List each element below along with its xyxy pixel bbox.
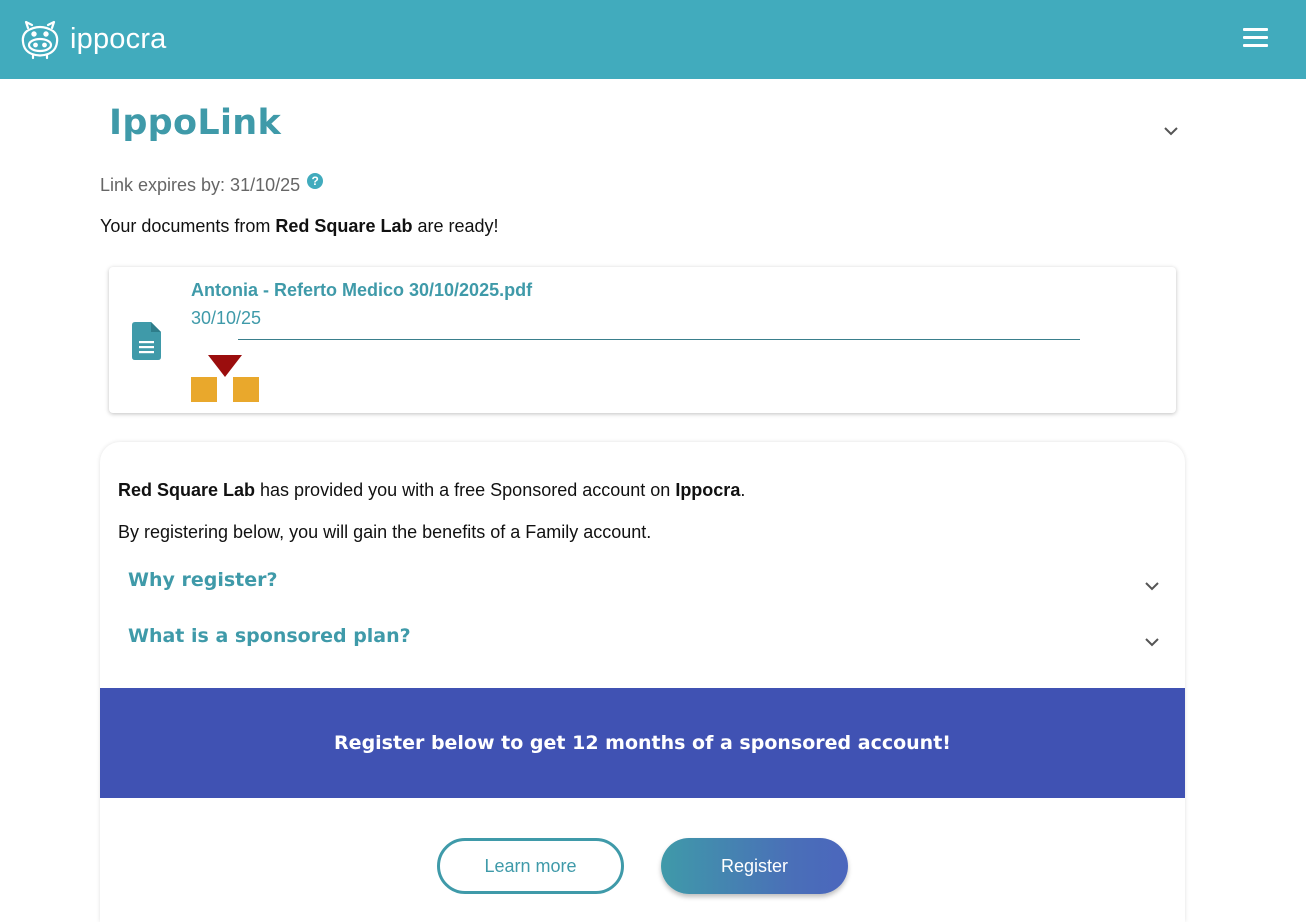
faq-why-register[interactable]: Why register? (128, 569, 278, 591)
divider (238, 339, 1080, 340)
lab-name: Red Square Lab (275, 216, 413, 236)
sponsor-banner: Register below to get 12 months of a spo… (100, 688, 1185, 798)
chevron-down-icon[interactable] (1162, 122, 1180, 140)
sponsored-account-card: Red Square Lab has provided you with a f… (100, 442, 1185, 922)
page-title: IppoLink (109, 103, 282, 143)
app-name: ippocra (70, 23, 167, 55)
document-file-icon (132, 322, 161, 360)
hamburger-menu-icon[interactable] (1243, 28, 1271, 50)
documents-ready-message: Your documents from Red Square Lab are r… (100, 216, 499, 236)
document-card[interactable]: Antonia - Referto Medico 30/10/2025.pdf … (109, 267, 1176, 413)
hippo-logo-icon (21, 20, 59, 60)
lab-logo (191, 355, 259, 402)
top-app-bar: ippocra (0, 0, 1306, 79)
chevron-down-icon[interactable] (1143, 633, 1161, 651)
sponsor-benefit-text: By registering below, you will gain the … (118, 522, 652, 542)
register-button[interactable]: Register (661, 838, 848, 894)
banner-text: Register below to get 12 months of a spo… (334, 732, 951, 754)
link-expiry-label: Link expires by: 31/10/25 (100, 175, 301, 195)
document-date: 30/10/25 (191, 308, 262, 328)
chevron-down-icon[interactable] (1143, 577, 1161, 595)
sponsor-brand: Ippocra (675, 480, 741, 500)
faq-sponsored-plan[interactable]: What is a sponsored plan? (128, 625, 411, 647)
sponsor-lab-name: Red Square Lab (118, 480, 256, 500)
sponsor-info-text: Red Square Lab has provided you with a f… (118, 480, 746, 500)
learn-more-button[interactable]: Learn more (437, 838, 624, 894)
question-circle-icon[interactable]: ? (307, 172, 324, 189)
link-expiry: Link expires by: 31/10/25 ? (100, 172, 324, 196)
document-name-link[interactable]: Antonia - Referto Medico 30/10/2025.pdf (191, 280, 532, 301)
brand[interactable]: ippocra (19, 18, 167, 60)
